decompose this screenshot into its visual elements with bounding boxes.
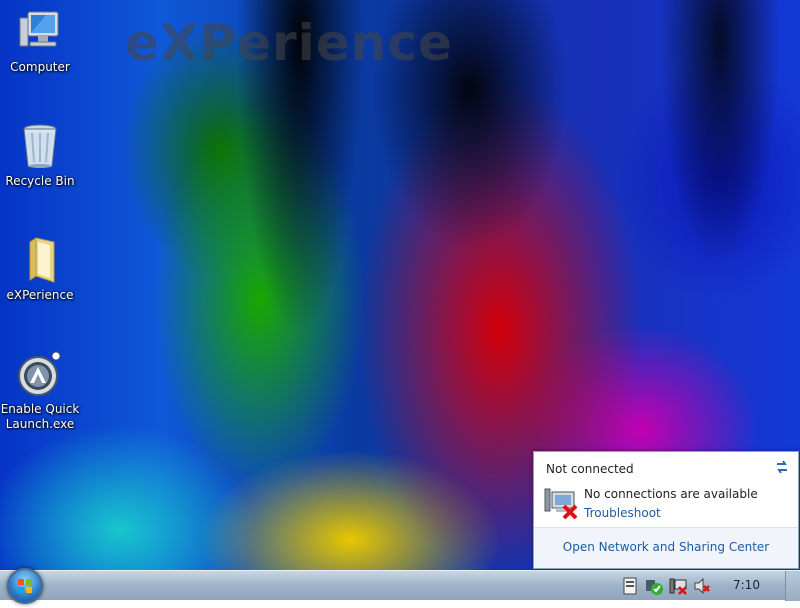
recycle-bin-icon: [16, 122, 64, 170]
troubleshoot-link[interactable]: Troubleshoot: [584, 506, 661, 520]
security-check-icon[interactable]: [645, 577, 663, 595]
open-network-sharing-center-link[interactable]: Open Network and Sharing Center: [534, 540, 798, 554]
action-center-icon[interactable]: [621, 577, 639, 595]
desktop-icon-label: Recycle Bin: [5, 174, 75, 188]
desktop-icon-label: eXPerience: [6, 288, 74, 302]
clock[interactable]: 7:10: [733, 578, 760, 592]
flyout-footer: Open Network and Sharing Center: [534, 527, 798, 568]
no-connections-message: No connections are available: [584, 487, 758, 501]
computer-icon: [16, 8, 64, 56]
wallpaper-watermark: eXPerience: [125, 14, 453, 72]
desktop-icon-recycle-bin[interactable]: Recycle Bin: [0, 122, 80, 189]
desktop-icon-enable-quick-launch[interactable]: Enable Quick Launch.exe: [0, 350, 80, 432]
taskbar: 7:10: [0, 568, 800, 604]
desktop-icon-label: Enable Quick Launch.exe: [0, 402, 80, 431]
windows-logo-icon: [18, 579, 32, 593]
show-desktop-button[interactable]: [785, 571, 800, 601]
volume-muted-icon[interactable]: [693, 577, 711, 595]
network-flyout: Not connected No connections are availab…: [533, 451, 799, 569]
refresh-icon[interactable]: [774, 459, 790, 475]
flyout-title: Not connected: [546, 462, 634, 476]
desktop-icon-label: Computer: [10, 60, 70, 74]
folder-icon: [16, 236, 64, 284]
desktop-icon-experience-folder[interactable]: eXPerience: [0, 236, 80, 303]
start-button[interactable]: [7, 568, 43, 604]
network-disconnected-icon: [544, 486, 580, 520]
aimp-icon: [16, 350, 64, 398]
desktop-icon-computer[interactable]: Computer: [0, 8, 80, 75]
network-disconnected-icon[interactable]: [669, 577, 687, 595]
